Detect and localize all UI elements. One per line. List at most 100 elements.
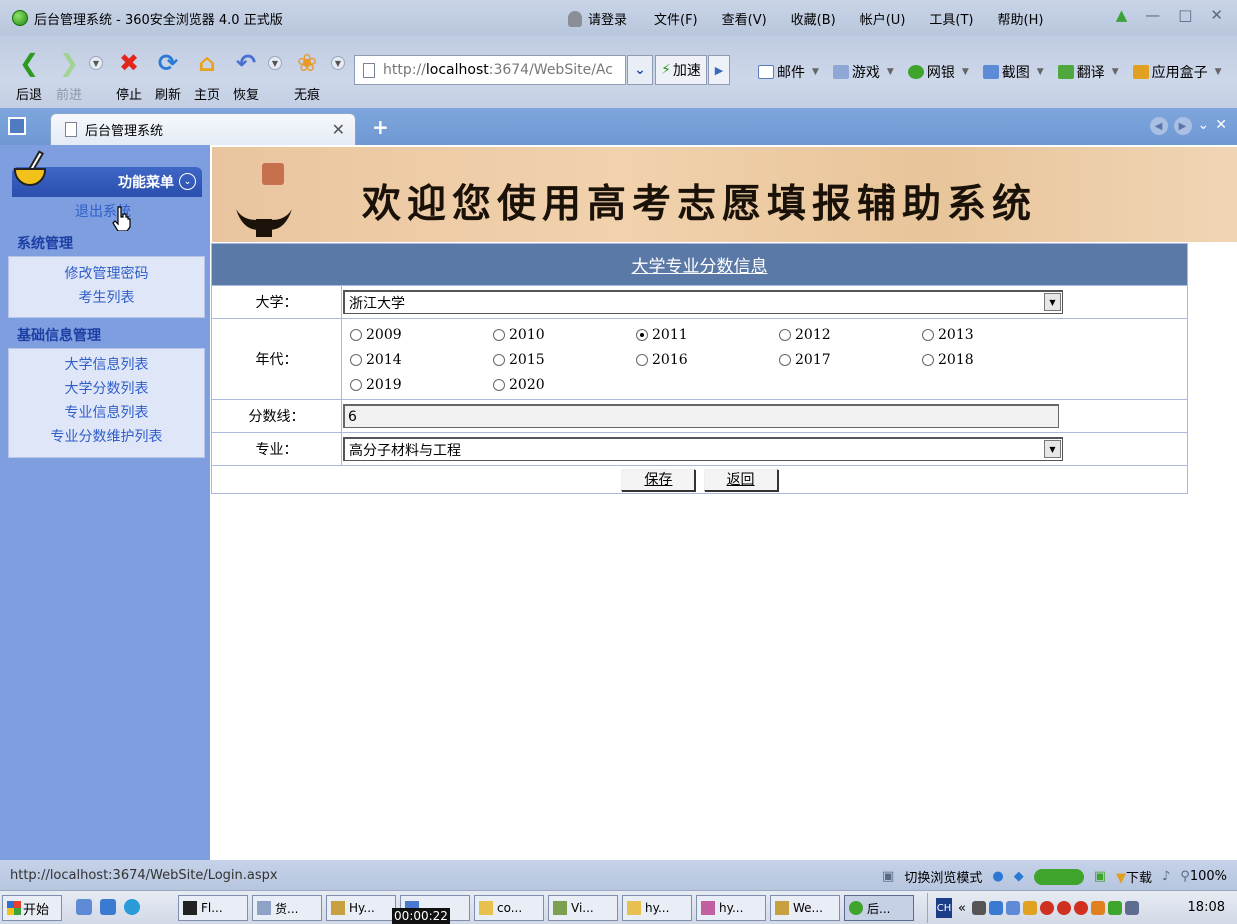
zoom-control[interactable]: ⚲100% (1180, 869, 1227, 884)
globe-icon[interactable]: ● (992, 869, 1003, 884)
radio-button[interactable] (493, 379, 505, 391)
year-radio-2017[interactable]: 2017 (779, 352, 922, 368)
restore-dropdown-icon[interactable]: ▼ (268, 56, 282, 70)
qq-icon[interactable] (1056, 901, 1071, 915)
close-icon[interactable]: ✕ (1210, 6, 1223, 24)
speaker-icon[interactable]: ♪ (1162, 869, 1170, 884)
year-radio-2010[interactable]: 2010 (493, 327, 636, 343)
menu-tools[interactable]: 工具(T) (929, 9, 973, 28)
ime-indicator[interactable]: CH (936, 898, 952, 918)
bank-tool[interactable]: 网银 ▼ (907, 62, 969, 82)
sidebar-item-major-score-list[interactable]: 专业分数维护列表 (9, 425, 204, 449)
tab-close-icon[interactable]: ✕ (332, 120, 345, 139)
tray-icon[interactable] (1090, 901, 1105, 915)
restore-button[interactable]: ↶ 恢复 (231, 48, 261, 103)
menu-view[interactable]: 查看(V) (722, 9, 767, 28)
radio-button[interactable] (779, 354, 791, 366)
taskbar-item[interactable]: Vi... (548, 895, 618, 921)
year-radio-2013[interactable]: 2013 (922, 327, 1065, 343)
tray-icon[interactable] (1107, 901, 1122, 915)
download-link[interactable]: ▼下载 (1116, 867, 1152, 886)
toggle-switch[interactable] (1033, 868, 1084, 885)
accelerate-button[interactable]: ⚡ 加速 (655, 55, 707, 85)
taskbar-item[interactable]: We... (770, 895, 840, 921)
menu-favorites[interactable]: 收藏(B) (791, 9, 836, 28)
refresh-button[interactable]: ⟳ 刷新 (153, 48, 183, 103)
tray-icon[interactable] (1022, 901, 1037, 915)
university-select[interactable]: 浙江大学 ▼ (343, 290, 1063, 314)
radio-button[interactable] (350, 329, 362, 341)
sidebar-item-university-score-list[interactable]: 大学分数列表 (9, 377, 204, 401)
year-radio-2011[interactable]: 2011 (636, 327, 779, 343)
save-button[interactable]: 保存 (621, 468, 696, 491)
new-tab-icon[interactable]: + (372, 115, 389, 139)
tab-list-icon[interactable]: ⌄ (1198, 117, 1210, 135)
sidebar-item-major-list[interactable]: 专业信息列表 (9, 401, 204, 425)
menu-help[interactable]: 帮助(H) (998, 9, 1044, 28)
start-button[interactable]: 开始 (2, 895, 62, 921)
radio-button[interactable] (493, 354, 505, 366)
address-bar[interactable]: http://localhost:3674/WebSite/Ac (354, 55, 626, 85)
address-dropdown-button[interactable]: ⌄ (627, 55, 653, 85)
forward-button[interactable]: ❯ 前进 (54, 48, 84, 103)
games-tool[interactable]: 游戏 ▼ (832, 62, 894, 82)
tray-icon[interactable] (1005, 901, 1020, 915)
menu-file[interactable]: 文件(F) (654, 9, 698, 28)
login-link[interactable]: 请登录 (568, 9, 627, 28)
close-tab-icon[interactable]: ✕ (1215, 117, 1227, 135)
menu-account[interactable]: 帐户(U) (860, 9, 906, 28)
qq-icon[interactable] (1073, 901, 1088, 915)
section-system-title[interactable]: 系统管理 (17, 233, 73, 253)
history-dropdown-icon[interactable]: ▼ (89, 56, 103, 70)
tray-icon[interactable] (971, 901, 986, 915)
year-radio-2015[interactable]: 2015 (493, 352, 636, 368)
translate-tool[interactable]: 翻译 ▼ (1057, 62, 1119, 82)
camera-icon[interactable]: ▣ (1094, 869, 1106, 884)
radio-button[interactable] (922, 329, 934, 341)
radio-button[interactable] (493, 329, 505, 341)
stop-button[interactable]: ✖ 停止 (114, 48, 144, 103)
tab-admin[interactable]: 后台管理系统 ✕ (50, 113, 356, 145)
taskbar-item[interactable]: hy... (622, 895, 692, 921)
sidebar-item-student-list[interactable]: 考生列表 (9, 286, 204, 310)
screenshot-tool[interactable]: 截图 ▼ (982, 62, 1044, 82)
scroll-right-icon[interactable]: ▶ (1173, 117, 1192, 135)
taskbar-item[interactable]: 货... (252, 895, 322, 921)
sidebar-toggle-icon[interactable] (8, 117, 26, 135)
year-radio-2012[interactable]: 2012 (779, 327, 922, 343)
radio-button[interactable] (922, 354, 934, 366)
year-radio-2009[interactable]: 2009 (350, 327, 493, 343)
year-radio-2020[interactable]: 2020 (493, 377, 636, 393)
quicklaunch-icon-1[interactable] (76, 899, 92, 915)
sidebar-item-university-list[interactable]: 大学信息列表 (9, 353, 204, 377)
radio-button-selected[interactable] (636, 329, 648, 341)
quicklaunch-icon-2[interactable] (100, 899, 116, 915)
taskbar-item[interactable]: co... (474, 895, 544, 921)
skin-icon[interactable]: ▲ (1116, 6, 1128, 24)
tray-expand-icon[interactable]: « (958, 901, 966, 916)
collapse-chevron-icon[interactable]: ⌄ (179, 173, 196, 190)
sidebar-item-change-password[interactable]: 修改管理密码 (9, 262, 204, 286)
incognito-button[interactable]: ❀ 无痕 (292, 48, 322, 103)
mail-tool[interactable]: 邮件 ▼ (758, 62, 819, 82)
maximize-icon[interactable]: □ (1178, 6, 1192, 24)
year-radio-2019[interactable]: 2019 (350, 377, 493, 393)
back-button[interactable]: 返回 (703, 468, 778, 491)
year-radio-2014[interactable]: 2014 (350, 352, 493, 368)
major-select[interactable]: 高分子材料与工程 ▼ (343, 437, 1063, 461)
switch-mode-link[interactable]: 切换浏览模式 (904, 867, 982, 886)
radio-button[interactable] (350, 379, 362, 391)
ie-icon[interactable] (124, 899, 140, 915)
tray-icon[interactable] (988, 901, 1003, 915)
scroll-left-icon[interactable]: ◀ (1149, 117, 1168, 135)
radio-button[interactable] (779, 329, 791, 341)
taskbar-item[interactable]: Fl... (178, 895, 248, 921)
radio-button[interactable] (350, 354, 362, 366)
taskbar-item-active[interactable]: 后... (844, 895, 914, 921)
go-button[interactable]: ▶ (708, 55, 730, 85)
taskbar-item[interactable]: Hy... (326, 895, 396, 921)
score-input[interactable]: 6 (343, 404, 1059, 428)
dropdown-arrow-icon[interactable]: ▼ (1044, 440, 1061, 458)
incognito-dropdown-icon[interactable]: ▼ (331, 56, 345, 70)
home-button[interactable]: ⌂ 主页 (192, 48, 222, 103)
